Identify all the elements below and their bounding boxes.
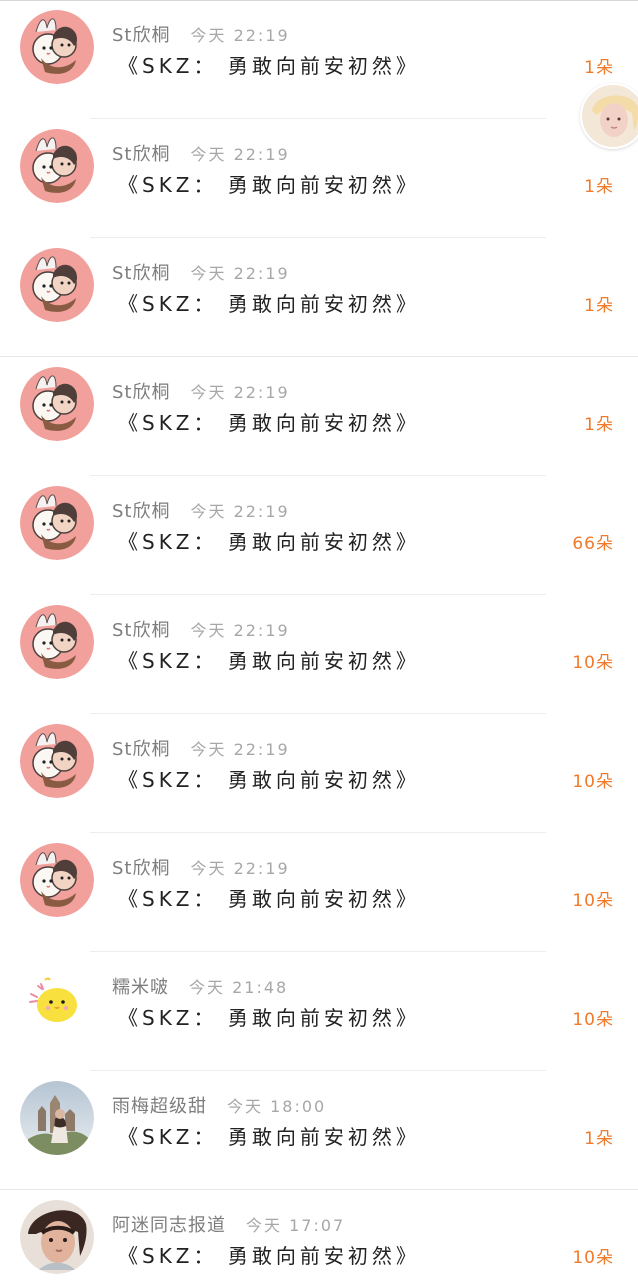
pink-bunny-avatar-icon[interactable] <box>20 248 94 322</box>
castle-photo-avatar-icon[interactable] <box>20 1081 94 1155</box>
list-item[interactable]: 雨梅超级甜 今天 18:00 《SKZ： 勇敢向前安初然》 1朵 <box>0 1071 638 1190</box>
flower-count: 10朵 <box>572 1010 614 1030</box>
timestamp: 今天 22:19 <box>190 383 290 402</box>
list-item[interactable]: St欣桐 今天 22:19 《SKZ： 勇敢向前安初然》 1朵 <box>0 238 638 357</box>
person-photo-avatar-icon[interactable] <box>20 1200 94 1274</box>
list-item[interactable]: St欣桐 今天 22:19 《SKZ： 勇敢向前安初然》 10朵 <box>0 714 638 833</box>
list-item[interactable]: St欣桐 今天 22:19 《SKZ： 勇敢向前安初然》 1朵 <box>0 119 638 238</box>
sender-meta: St欣桐 今天 22:19 <box>112 855 290 879</box>
work-title[interactable]: 《SKZ： 勇敢向前安初然》 <box>118 764 420 793</box>
sender-meta: St欣桐 今天 22:19 <box>112 736 290 760</box>
timestamp: 今天 22:19 <box>190 740 290 759</box>
sender-name[interactable]: St欣桐 <box>112 378 170 404</box>
pink-bunny-avatar-icon[interactable] <box>20 843 94 917</box>
yellow-chick-avatar-icon[interactable] <box>20 962 94 1036</box>
sender-meta: St欣桐 今天 22:19 <box>112 379 290 403</box>
timestamp: 今天 22:19 <box>190 621 290 640</box>
gift-list: St欣桐 今天 22:19 《SKZ： 勇敢向前安初然》 1朵 St欣桐 今天 … <box>0 0 638 1280</box>
flower-count: 10朵 <box>572 653 614 673</box>
timestamp: 今天 17:07 <box>246 1216 346 1235</box>
work-title[interactable]: 《SKZ： 勇敢向前安初然》 <box>118 1002 420 1031</box>
work-title[interactable]: 《SKZ： 勇敢向前安初然》 <box>118 645 420 674</box>
work-title[interactable]: 《SKZ： 勇敢向前安初然》 <box>118 1121 420 1150</box>
sender-name[interactable]: St欣桐 <box>112 259 170 285</box>
sender-name[interactable]: 糯米啵 <box>112 973 169 999</box>
list-item[interactable]: St欣桐 今天 22:19 《SKZ： 勇敢向前安初然》 1朵 <box>0 0 638 119</box>
pink-bunny-avatar-icon[interactable] <box>20 486 94 560</box>
pink-bunny-avatar-icon[interactable] <box>20 605 94 679</box>
list-item[interactable]: 糯米啵 今天 21:48 《SKZ： 勇敢向前安初然》 10朵 <box>0 952 638 1071</box>
list-item[interactable]: St欣桐 今天 22:19 《SKZ： 勇敢向前安初然》 1朵 <box>0 357 638 476</box>
sender-name[interactable]: St欣桐 <box>112 854 170 880</box>
pink-bunny-avatar-icon[interactable] <box>20 724 94 798</box>
sender-meta: 糯米啵 今天 21:48 <box>112 974 288 998</box>
flower-count: 1朵 <box>584 296 614 316</box>
work-title[interactable]: 《SKZ： 勇敢向前安初然》 <box>118 1240 420 1269</box>
flower-count: 10朵 <box>572 1248 614 1268</box>
floating-profile-avatar-icon[interactable] <box>580 83 638 149</box>
sender-meta: 阿迷同志报道 今天 17:07 <box>112 1212 345 1236</box>
sender-meta: 雨梅超级甜 今天 18:00 <box>112 1093 326 1117</box>
timestamp: 今天 22:19 <box>190 502 290 521</box>
work-title[interactable]: 《SKZ： 勇敢向前安初然》 <box>118 526 420 555</box>
sender-meta: St欣桐 今天 22:19 <box>112 498 290 522</box>
list-item[interactable]: St欣桐 今天 22:19 《SKZ： 勇敢向前安初然》 10朵 <box>0 595 638 714</box>
sender-meta: St欣桐 今天 22:19 <box>112 141 290 165</box>
sender-name[interactable]: St欣桐 <box>112 735 170 761</box>
timestamp: 今天 22:19 <box>190 859 290 878</box>
work-title[interactable]: 《SKZ： 勇敢向前安初然》 <box>118 407 420 436</box>
flower-count: 10朵 <box>572 891 614 911</box>
list-item[interactable]: 阿迷同志报道 今天 17:07 《SKZ： 勇敢向前安初然》 10朵 <box>0 1190 638 1280</box>
sender-name[interactable]: St欣桐 <box>112 140 170 166</box>
pink-bunny-avatar-icon[interactable] <box>20 129 94 203</box>
sender-name[interactable]: 雨梅超级甜 <box>112 1092 207 1118</box>
flower-count: 66朵 <box>572 534 614 554</box>
timestamp: 今天 22:19 <box>190 26 290 45</box>
list-item[interactable]: St欣桐 今天 22:19 《SKZ： 勇敢向前安初然》 10朵 <box>0 833 638 952</box>
timestamp: 今天 22:19 <box>190 145 290 164</box>
list-item[interactable]: St欣桐 今天 22:19 《SKZ： 勇敢向前安初然》 66朵 <box>0 476 638 595</box>
work-title[interactable]: 《SKZ： 勇敢向前安初然》 <box>118 883 420 912</box>
work-title[interactable]: 《SKZ： 勇敢向前安初然》 <box>118 288 420 317</box>
gift-record-list-page: St欣桐 今天 22:19 《SKZ： 勇敢向前安初然》 1朵 St欣桐 今天 … <box>0 0 638 1280</box>
sender-name[interactable]: St欣桐 <box>112 497 170 523</box>
flower-count: 1朵 <box>584 1129 614 1149</box>
work-title[interactable]: 《SKZ： 勇敢向前安初然》 <box>118 50 420 79</box>
sender-name[interactable]: 阿迷同志报道 <box>112 1211 226 1237</box>
flower-count: 1朵 <box>584 415 614 435</box>
sender-meta: St欣桐 今天 22:19 <box>112 617 290 641</box>
pink-bunny-avatar-icon[interactable] <box>20 10 94 84</box>
flower-count: 1朵 <box>584 58 614 78</box>
sender-meta: St欣桐 今天 22:19 <box>112 22 290 46</box>
timestamp: 今天 21:48 <box>189 978 289 997</box>
sender-name[interactable]: St欣桐 <box>112 21 170 47</box>
timestamp: 今天 18:00 <box>227 1097 327 1116</box>
sender-meta: St欣桐 今天 22:19 <box>112 260 290 284</box>
timestamp: 今天 22:19 <box>190 264 290 283</box>
sender-name[interactable]: St欣桐 <box>112 616 170 642</box>
flower-count: 10朵 <box>572 772 614 792</box>
work-title[interactable]: 《SKZ： 勇敢向前安初然》 <box>118 169 420 198</box>
flower-count: 1朵 <box>584 177 614 197</box>
pink-bunny-avatar-icon[interactable] <box>20 367 94 441</box>
